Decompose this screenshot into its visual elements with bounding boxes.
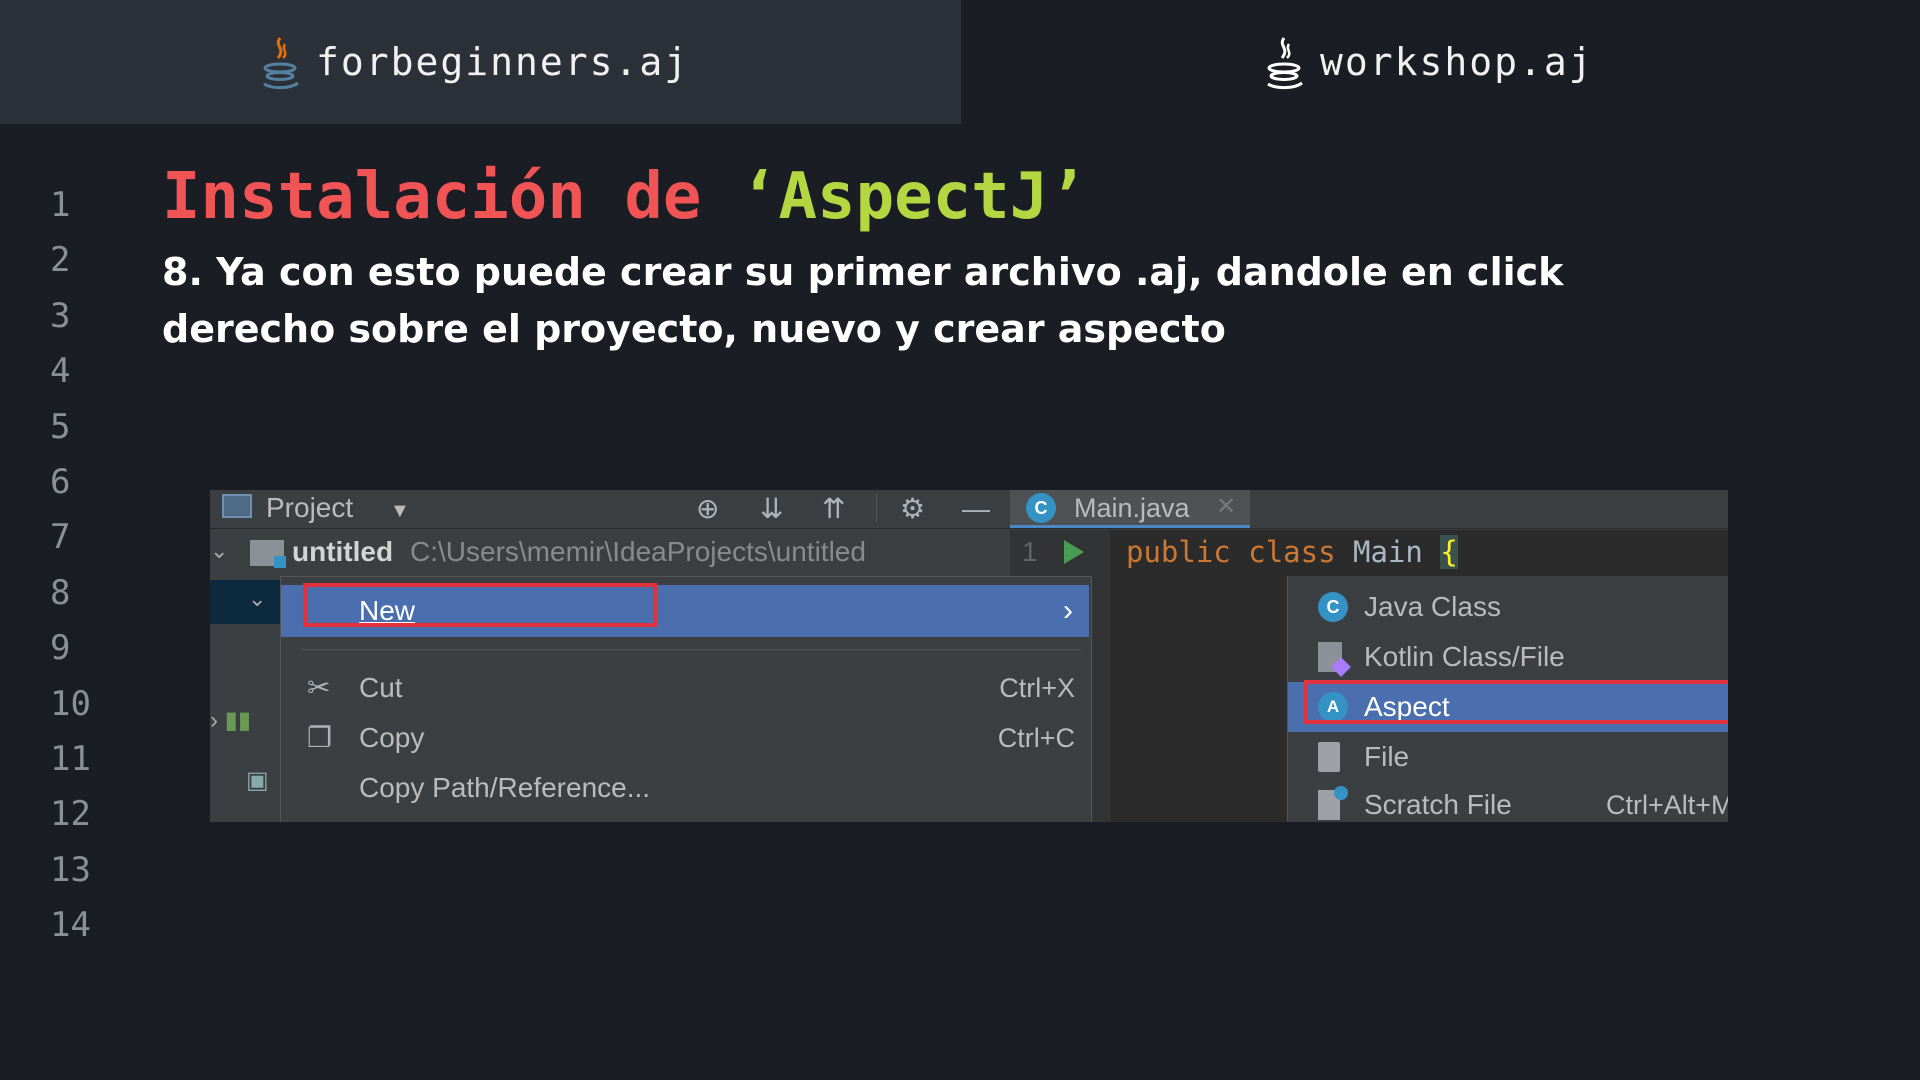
line-number: 2	[50, 240, 71, 281]
submenu-item-label: Java Class	[1364, 591, 1501, 622]
menu-item-copy-path[interactable]: Copy Path/Reference...	[281, 763, 1089, 813]
project-toolbar: Project ▼ ⊕ ⇊ ⇈ ⚙ — C Main.java ✕	[210, 490, 1728, 529]
title-text: Instalación de	[162, 160, 740, 234]
run-icon[interactable]	[1064, 540, 1084, 564]
submenu-item-kotlin[interactable]: Kotlin Class/File	[1288, 632, 1728, 682]
copy-icon: ❐	[307, 722, 333, 753]
ide-screenshot: Project ▼ ⊕ ⇊ ⇈ ⚙ — C Main.java ✕ ⌄ unti…	[210, 490, 1728, 822]
scissors-icon: ✂	[307, 672, 331, 703]
scratches-icon: ▣	[246, 767, 269, 794]
file-icon	[1318, 742, 1340, 772]
line-number: 7	[50, 517, 71, 558]
menu-item-copy[interactable]: ❐ Copy Ctrl+C	[281, 713, 1089, 763]
java-icon	[1267, 37, 1303, 90]
editor-line-number: 1	[1022, 536, 1038, 567]
libraries-icon: ▮▮	[224, 707, 252, 734]
external-libraries-row[interactable]: › ▮▮	[210, 706, 251, 735]
gear-icon[interactable]: ⚙	[900, 494, 925, 524]
minimize-icon[interactable]: —	[962, 494, 990, 524]
kotlin-file-icon	[1318, 642, 1342, 672]
highlight-box-aspect	[1304, 680, 1728, 724]
new-submenu: C Java Class Kotlin Class/File A Aspect …	[1287, 576, 1728, 822]
page-title: Instalación de ‘AspectJ’	[162, 160, 1087, 234]
menu-separator	[301, 649, 1081, 650]
context-menu: New › ✂ Cut Ctrl+X ❐ Copy Ctrl+C Copy Pa…	[280, 576, 1092, 822]
line-number: 8	[50, 572, 71, 613]
dropdown-caret-icon[interactable]: ▼	[390, 500, 410, 523]
submenu-item-label: Kotlin Class/File	[1364, 641, 1565, 672]
tab-workshop[interactable]: workshop.aj	[1262, 0, 1594, 124]
line-number: 9	[50, 628, 71, 669]
keyword-public: public	[1126, 535, 1231, 569]
project-tree-root[interactable]: ⌄ untitled C:\Users\memir\IdeaProjects\u…	[210, 530, 1010, 574]
code-line: public class Main {	[1126, 530, 1458, 574]
line-number: 14	[50, 905, 91, 946]
highlight-box-new	[303, 583, 657, 627]
brace: {	[1440, 535, 1458, 569]
line-number: 12	[50, 794, 91, 835]
submenu-item-file[interactable]: File	[1288, 732, 1728, 782]
selected-tree-row[interactable]: ⌄	[210, 580, 280, 624]
tab-forbeginners-label: forbeginners.aj	[316, 40, 690, 84]
title-highlight: ‘AspectJ’	[739, 160, 1087, 234]
tab-forbeginners[interactable]: forbeginners.aj	[258, 0, 689, 124]
menu-item-label: Cut	[359, 672, 403, 703]
chevron-right-icon[interactable]: ›	[210, 707, 218, 734]
toolbar-divider	[876, 494, 877, 522]
line-number: 1	[50, 185, 71, 225]
folder-icon	[250, 540, 286, 568]
menu-item-label: Copy	[359, 722, 425, 753]
project-name: untitled	[292, 536, 394, 567]
line-number: 3	[50, 295, 71, 336]
expand-all-icon[interactable]: ⇊	[760, 494, 783, 524]
tab-workshop-label: workshop.aj	[1320, 40, 1594, 84]
submenu-item-shortcut: Ctrl+Alt+Mayús+Insertar	[1606, 790, 1728, 820]
java-class-icon: C	[1318, 592, 1348, 622]
line-number: 11	[50, 738, 91, 779]
line-number: 6	[50, 461, 71, 502]
chevron-down-icon[interactable]: ⌄	[248, 586, 266, 612]
class-name: Main	[1353, 535, 1423, 569]
line-number: 4	[50, 351, 71, 392]
submenu-item-scratch-file[interactable]: Scratch File Ctrl+Alt+Mayús+Insertar	[1288, 780, 1728, 822]
chevron-down-icon[interactable]: ⌄	[210, 538, 228, 564]
project-window-icon	[222, 494, 252, 518]
menu-item-shortcut: Ctrl+C	[997, 723, 1075, 753]
editor-tab-main-java[interactable]: C Main.java ✕	[1010, 490, 1250, 528]
line-number: 13	[50, 849, 91, 890]
scratch-file-icon	[1318, 786, 1348, 820]
submenu-item-label: File	[1364, 741, 1410, 772]
submenu-item-java-class[interactable]: C Java Class	[1288, 582, 1728, 632]
chevron-right-icon: ›	[1063, 594, 1073, 627]
line-number: 10	[50, 683, 91, 724]
locate-icon[interactable]: ⊕	[696, 494, 719, 524]
submenu-item-label: Scratch File	[1364, 789, 1512, 820]
close-icon[interactable]: ✕	[1216, 490, 1236, 524]
collapse-all-icon[interactable]: ⇈	[822, 494, 845, 524]
java-class-icon: C	[1026, 493, 1056, 523]
menu-item-label: Copy Path/Reference...	[359, 772, 651, 803]
project-view-label[interactable]: Project	[266, 490, 353, 526]
java-icon	[263, 37, 299, 90]
line-number-gutter: 1 2 3 4 5 6 7 8 9 10 11 12 13 14	[50, 178, 120, 953]
step-description: 8. Ya con esto puede crear su primer arc…	[162, 250, 1564, 351]
project-tree-panel: ⌄ › ▮▮ ▣	[210, 576, 280, 822]
line-number: 5	[50, 406, 71, 447]
keyword-class: class	[1248, 535, 1336, 569]
menu-item-shortcut: Ctrl+X	[999, 673, 1075, 703]
menu-item-cut[interactable]: ✂ Cut Ctrl+X	[281, 663, 1089, 713]
project-path: C:\Users\memir\IdeaProjects\untitled	[410, 536, 866, 567]
editor-tab-label: Main.java	[1074, 493, 1190, 523]
